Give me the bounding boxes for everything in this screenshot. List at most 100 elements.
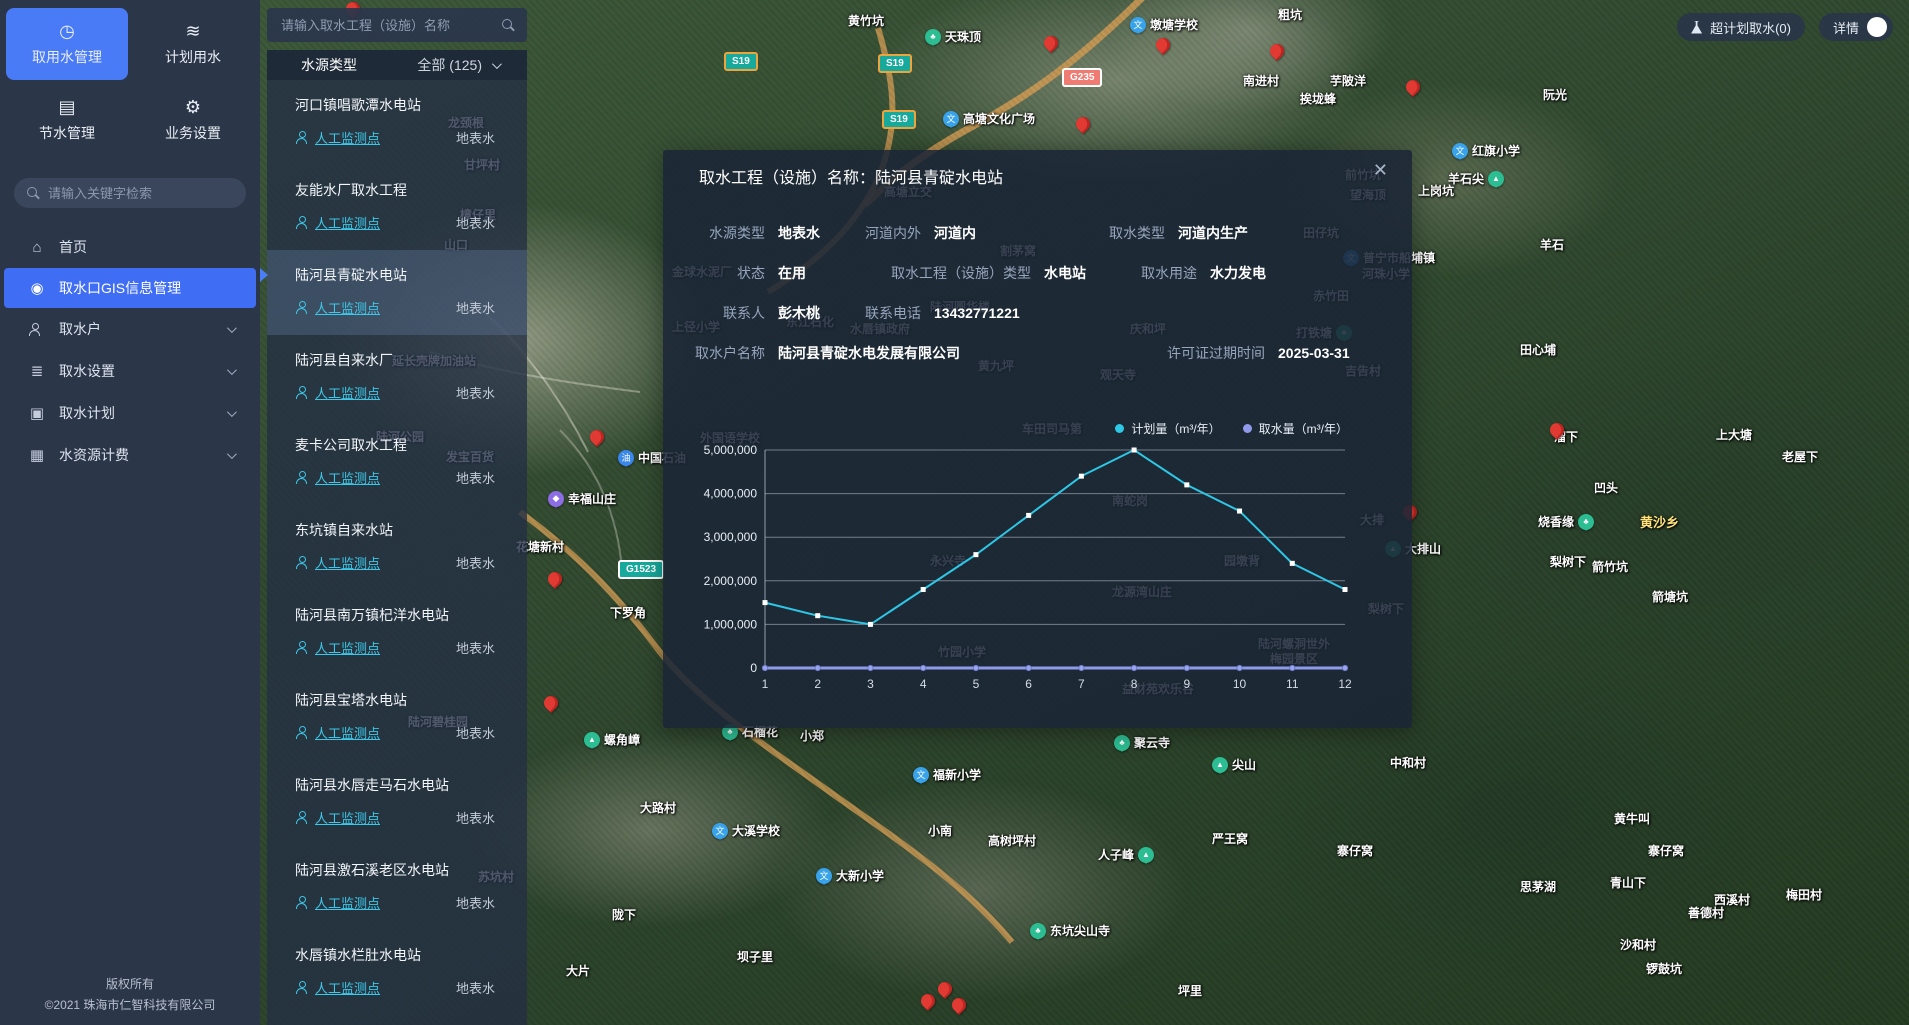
sidebar-item-water-billing[interactable]: 水资源计费 bbox=[0, 434, 260, 476]
filter-value: 全部 (125) bbox=[417, 55, 482, 75]
station-pin-icon[interactable] bbox=[918, 991, 938, 1011]
list-item[interactable]: 陆河县自来水厂 人工监测点 地表水 bbox=[267, 335, 527, 420]
station-name: 陆河县宝塔水电站 bbox=[295, 690, 495, 710]
station-name: 陆河县自来水厂 bbox=[295, 350, 495, 370]
station-pin-icon[interactable] bbox=[545, 569, 565, 589]
station-pin-icon[interactable] bbox=[541, 693, 561, 713]
map-label: ♣天珠顶 bbox=[925, 28, 981, 45]
tile-water-intake-management[interactable]: 取用水管理 bbox=[6, 8, 128, 80]
sidebar-item-intake-plan[interactable]: 取水计划 bbox=[0, 392, 260, 434]
monitor-type[interactable]: 人工监测点 bbox=[295, 298, 380, 317]
map-label: 寨仔窝 bbox=[1648, 842, 1684, 859]
road-badge: G235 bbox=[1062, 68, 1102, 87]
toggle-knob[interactable] bbox=[1867, 17, 1887, 37]
monitor-type[interactable]: 人工监测点 bbox=[295, 893, 380, 912]
tile-water-saving-management[interactable]: 节水管理 bbox=[6, 84, 128, 156]
field-value: 彭木桃 bbox=[765, 303, 855, 323]
svg-text:2: 2 bbox=[814, 677, 821, 691]
sidebar-item-home[interactable]: 首页 bbox=[0, 226, 260, 268]
map-label: 寨仔窝 bbox=[1337, 842, 1373, 859]
list-item[interactable]: 水唇镇水栏肚水电站 人工监测点 地表水 bbox=[267, 930, 527, 1015]
map-label: 阮光 bbox=[1543, 86, 1567, 103]
monitor-type[interactable]: 人工监测点 bbox=[295, 553, 380, 572]
field-label: 取水工程（设施）类型 bbox=[855, 263, 1031, 283]
road-badge: S19 bbox=[882, 110, 916, 129]
topbar: 超计划取水(0) 详情 bbox=[1677, 13, 1893, 41]
map-label: 文墩塘学校 bbox=[1130, 16, 1198, 33]
over-plan-label: 超计划取水(0) bbox=[1710, 18, 1791, 37]
monitor-type[interactable]: 人工监测点 bbox=[295, 213, 380, 232]
svg-text:0: 0 bbox=[750, 661, 757, 675]
tile-planned-water-use[interactable]: 计划用水 bbox=[132, 8, 254, 80]
monitor-type[interactable]: 人工监测点 bbox=[295, 723, 380, 742]
water-source: 地表水 bbox=[456, 723, 495, 742]
station-list: 水源类型 全部 (125) 河口镇唱歌潭水电站 人工监测点 地表水 bbox=[267, 50, 527, 1025]
map-label: 人子峰▲ bbox=[1098, 846, 1154, 863]
monitor-type[interactable]: 人工监测点 bbox=[295, 978, 380, 997]
sidebar-collapse-arrow[interactable] bbox=[260, 268, 268, 282]
legend-item-intake[interactable]: 取水量（m³/年） bbox=[1243, 420, 1348, 437]
sidebar-search-input[interactable] bbox=[48, 186, 234, 201]
tile-label: 取用水管理 bbox=[32, 47, 102, 67]
sidebar-item-gis-management[interactable]: 取水口GIS信息管理 bbox=[4, 268, 256, 308]
list-item[interactable]: 友能水厂取水工程 人工监测点 地表水 bbox=[267, 165, 527, 250]
list-item[interactable]: 陆河县南万镇杞洋水电站 人工监测点 地表水 bbox=[267, 590, 527, 675]
svg-text:5: 5 bbox=[973, 677, 980, 691]
map-label: 南进村 bbox=[1243, 72, 1279, 89]
chart-legend: 计划量（m³/年） 取水量（m³/年） bbox=[1115, 420, 1348, 437]
monitor-type[interactable]: 人工监测点 bbox=[295, 468, 380, 487]
filter-dropdown[interactable]: 全部 (125) bbox=[417, 55, 499, 75]
monitor-type[interactable]: 人工监测点 bbox=[295, 128, 380, 147]
field-label: 河道内外 bbox=[855, 223, 921, 243]
list-item[interactable]: 陆河县宝塔水电站 人工监测点 地表水 bbox=[267, 675, 527, 760]
close-icon[interactable]: ✕ bbox=[1373, 160, 1388, 181]
tile-business-settings[interactable]: 业务设置 bbox=[132, 84, 254, 156]
field-value: 水力发电 bbox=[1197, 263, 1266, 283]
station-pin-icon[interactable] bbox=[1403, 77, 1423, 97]
document-icon bbox=[58, 98, 75, 116]
person-icon bbox=[295, 301, 308, 314]
svg-text:7: 7 bbox=[1078, 677, 1085, 691]
monitor-type[interactable]: 人工监测点 bbox=[295, 383, 380, 402]
list-item[interactable]: 陆河县青碇水电站 人工监测点 地表水 bbox=[267, 250, 527, 335]
legend-label: 计划量（m³/年） bbox=[1131, 420, 1220, 437]
station-pin-icon[interactable] bbox=[587, 427, 607, 447]
over-plan-intake-button[interactable]: 超计划取水(0) bbox=[1677, 13, 1805, 41]
legend-dot bbox=[1115, 424, 1124, 433]
station-pin-icon[interactable] bbox=[1153, 35, 1173, 55]
sidebar-item-intake-settings[interactable]: 取水设置 bbox=[0, 350, 260, 392]
field-label: 联系人 bbox=[689, 303, 765, 323]
field-value: 陆河县青碇水电发展有限公司 bbox=[765, 343, 1145, 363]
water-source: 地表水 bbox=[456, 128, 495, 147]
station-pin-icon[interactable] bbox=[949, 995, 969, 1015]
station-search-input[interactable] bbox=[281, 18, 493, 33]
detail-toggle[interactable]: 详情 bbox=[1819, 13, 1893, 41]
svg-text:3,000,000: 3,000,000 bbox=[704, 530, 758, 544]
list-item[interactable]: 河口镇唱歌潭水电站 人工监测点 地表水 bbox=[267, 80, 527, 165]
station-items: 河口镇唱歌潭水电站 人工监测点 地表水 友能水厂取水工程 bbox=[267, 80, 527, 1015]
station-pin-icon[interactable] bbox=[1267, 41, 1287, 61]
svg-text:12: 12 bbox=[1338, 677, 1352, 691]
map-label: 青山下 bbox=[1610, 874, 1646, 891]
menu-label: 取水设置 bbox=[59, 361, 115, 381]
monitor-type[interactable]: 人工监测点 bbox=[295, 808, 380, 827]
list-item[interactable]: 东坑镇自来水站 人工监测点 地表水 bbox=[267, 505, 527, 590]
list-item[interactable]: 陆河县水唇走马石水电站 人工监测点 地表水 bbox=[267, 760, 527, 845]
station-pin-icon[interactable] bbox=[1073, 114, 1093, 134]
map-label: 文红旗小学 bbox=[1452, 142, 1520, 159]
station-panel: 水源类型 全部 (125) 河口镇唱歌潭水电站 人工监测点 地表水 bbox=[267, 8, 527, 1025]
sidebar-item-water-users[interactable]: 取水户 bbox=[0, 308, 260, 350]
map-label: 凹头 bbox=[1594, 479, 1618, 496]
modal-title: 取水工程（设施）名称：陆河县青碇水电站 bbox=[699, 164, 1003, 188]
field-label: 水源类型 bbox=[689, 223, 765, 243]
person-icon bbox=[295, 726, 308, 739]
sidebar-search[interactable] bbox=[14, 178, 246, 208]
list-item[interactable]: 陆河县激石溪老区水电站 人工监测点 地表水 bbox=[267, 845, 527, 930]
legend-item-plan[interactable]: 计划量（m³/年） bbox=[1115, 420, 1220, 437]
station-search[interactable] bbox=[267, 8, 527, 42]
gauge-icon bbox=[59, 22, 75, 40]
station-pin-icon[interactable] bbox=[1041, 33, 1061, 53]
station-pin-icon[interactable] bbox=[935, 979, 955, 999]
list-item[interactable]: 麦卡公司取水工程 人工监测点 地表水 bbox=[267, 420, 527, 505]
monitor-type[interactable]: 人工监测点 bbox=[295, 638, 380, 657]
